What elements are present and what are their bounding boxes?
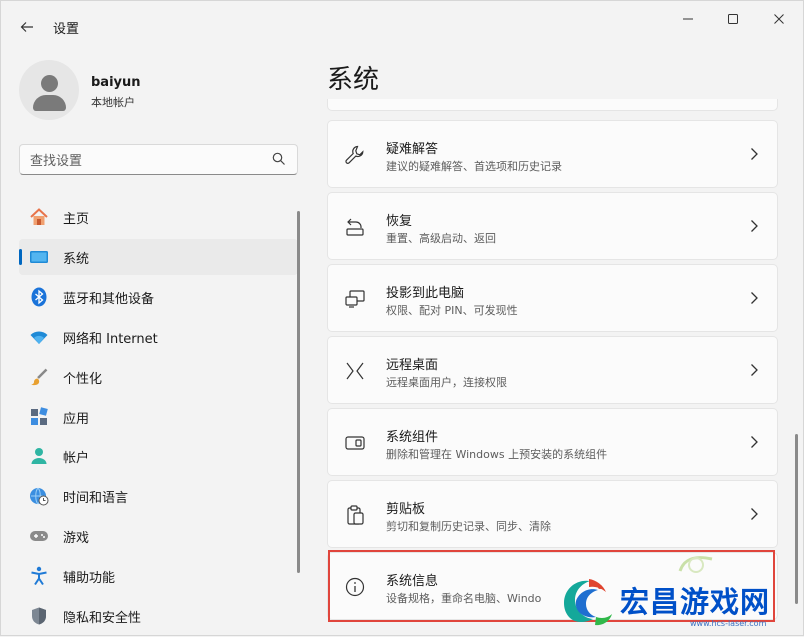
sidebar-item-network[interactable]: 网络和 Internet — [19, 319, 298, 355]
avatar[interactable] — [19, 60, 79, 120]
card-description: 建议的疑难解答、首选项和历史记录 — [386, 160, 562, 173]
gamepad-icon — [30, 531, 48, 541]
sidebar-item-personalization[interactable]: 个性化 — [19, 359, 298, 395]
chevron-right-icon — [751, 292, 758, 304]
watermark-url: www.hcs-laser.com — [690, 619, 767, 628]
card-partial-above — [327, 99, 778, 111]
back-arrow-icon — [20, 22, 33, 32]
search-icon[interactable] — [271, 151, 287, 167]
clipboard-icon — [347, 505, 364, 525]
sidebar-item-gaming[interactable]: 游戏 — [19, 518, 298, 554]
card-description: 远程桌面用户，连接权限 — [386, 376, 507, 389]
chevron-right-icon — [751, 436, 758, 448]
card-remote-desktop[interactable]: 远程桌面 远程桌面用户，连接权限 — [327, 336, 778, 404]
sidebar-item-time-language[interactable]: 时间和语言 — [19, 478, 298, 514]
chevron-right-icon — [751, 148, 758, 160]
title-bar: 设置 — [1, 1, 804, 53]
maximize-icon — [728, 14, 738, 24]
card-title: 剪贴板 — [386, 502, 426, 517]
back-button[interactable] — [15, 15, 39, 39]
sidebar-item-system[interactable]: 系统 — [19, 239, 298, 275]
bluetooth-icon — [31, 287, 47, 307]
project-icon — [345, 290, 365, 308]
close-icon — [774, 14, 784, 24]
sidebar-item-label: 辅助功能 — [63, 571, 116, 586]
card-title: 疑难解答 — [386, 142, 439, 157]
maximize-button[interactable] — [717, 9, 749, 29]
sidebar-item-label: 应用 — [63, 412, 90, 427]
watermark: 宏昌游戏网 www.hcs-laser.com — [552, 569, 804, 637]
close-button[interactable] — [763, 9, 795, 29]
apps-icon — [31, 407, 48, 425]
sidebar-item-label: 隐私和安全性 — [63, 611, 142, 626]
sidebar-item-label: 蓝牙和其他设备 — [63, 292, 155, 307]
sidebar-scrollbar[interactable] — [297, 211, 300, 573]
wifi-icon — [30, 331, 48, 344]
card-title: 远程桌面 — [386, 358, 439, 373]
card-description: 重置、高级启动、返回 — [386, 232, 496, 245]
watermark-text: 宏昌游戏网 — [620, 585, 771, 619]
sidebar-item-label: 系统 — [63, 252, 90, 267]
card-title: 恢复 — [386, 214, 413, 229]
selection-indicator — [19, 249, 22, 265]
card-clipboard[interactable]: 剪贴板 剪切和复制历史记录、同步、清除 — [327, 480, 778, 548]
brush-icon — [31, 368, 48, 386]
card-title: 系统组件 — [386, 430, 439, 445]
sidebar-item-label: 个性化 — [63, 372, 103, 387]
card-description: 权限、配对 PIN、可发现性 — [386, 304, 518, 317]
sidebar-item-label: 网络和 Internet — [63, 332, 158, 347]
sidebar-item-accessibility[interactable]: 辅助功能 — [19, 558, 298, 594]
sidebar-item-bluetooth[interactable]: 蓝牙和其他设备 — [19, 279, 298, 315]
dragon-logo-icon — [564, 579, 612, 626]
sidebar-item-label: 主页 — [63, 212, 90, 227]
search-box[interactable] — [19, 144, 298, 175]
sidebar-item-apps[interactable]: 应用 — [19, 399, 298, 435]
avatar-body — [33, 95, 66, 111]
card-project-to-pc[interactable]: 投影到此电脑 权限、配对 PIN、可发现性 — [327, 264, 778, 332]
remote-desktop-icon — [346, 362, 364, 380]
sidebar-item-label: 游戏 — [63, 531, 90, 546]
search-input[interactable] — [28, 150, 272, 172]
chevron-right-icon — [751, 508, 758, 520]
sidebar-item-home[interactable]: 主页 — [19, 199, 298, 235]
app-title: 设置 — [53, 22, 80, 37]
globe-clock-icon — [30, 487, 49, 506]
minimize-icon — [683, 18, 693, 20]
accessibility-icon — [31, 566, 47, 586]
sidebar-item-privacy[interactable]: 隐私和安全性 — [19, 598, 298, 634]
sidebar-item-label: 时间和语言 — [63, 491, 129, 506]
system-icon — [30, 251, 48, 263]
shield-icon — [32, 607, 46, 625]
card-title: 投影到此电脑 — [386, 286, 465, 301]
recovery-icon — [346, 218, 364, 236]
chevron-right-icon — [751, 220, 758, 232]
chevron-right-icon — [751, 364, 758, 376]
settings-window: 设置 baiyun 本地帐户 主页 系统 蓝牙和其他设备 网络和 Int — [0, 0, 804, 636]
user-name: baiyun — [91, 75, 141, 90]
card-troubleshoot[interactable]: 疑难解答 建议的疑难解答、首选项和历史记录 — [327, 120, 778, 188]
avatar-head — [41, 75, 58, 92]
home-icon — [30, 208, 48, 225]
card-system-components[interactable]: 系统组件 删除和管理在 Windows 上预安装的系统组件 — [327, 408, 778, 476]
card-description: 剪切和复制历史记录、同步、清除 — [386, 520, 551, 533]
account-type: 本地帐户 — [91, 96, 135, 109]
sidebar-item-label: 帐户 — [63, 451, 90, 466]
page-title: 系统 — [327, 65, 380, 95]
components-icon — [345, 436, 365, 450]
card-description: 删除和管理在 Windows 上预安装的系统组件 — [386, 448, 608, 461]
account-icon — [31, 448, 47, 464]
card-recovery[interactable]: 恢复 重置、高级启动、返回 — [327, 192, 778, 260]
minimize-button[interactable] — [672, 9, 704, 29]
wrench-icon — [345, 145, 364, 164]
sidebar-item-accounts[interactable]: 帐户 — [19, 438, 298, 474]
